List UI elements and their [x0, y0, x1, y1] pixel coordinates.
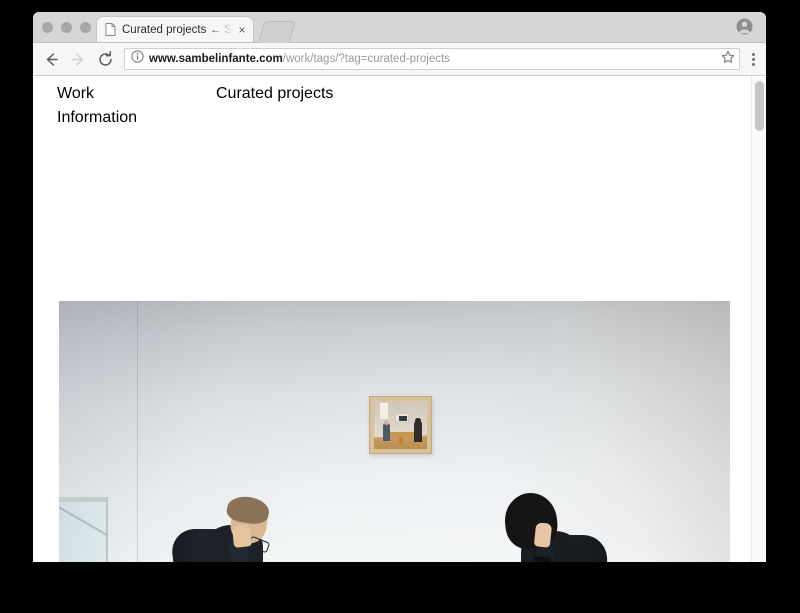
info-circle-icon[interactable] [131, 50, 144, 68]
artwork-window [380, 403, 388, 419]
three-dot-menu-icon[interactable] [742, 52, 764, 66]
artwork-inner-picture-image [399, 416, 407, 421]
vertical-scrollbar[interactable] [751, 76, 766, 562]
browser-window: Curated projects ← Sam Belinfante × [33, 12, 766, 562]
address-bar[interactable]: www.sambelinfante.com/work/tags/?tag=cur… [124, 48, 740, 70]
artwork-inner-picture [395, 413, 409, 423]
document-icon [105, 23, 116, 36]
artwork-table-leg [399, 437, 403, 444]
project-photo[interactable] [59, 301, 730, 562]
star-icon[interactable] [721, 50, 735, 69]
desktop-background: Curated projects ← Sam Belinfante × [0, 0, 800, 613]
person-right-watch [532, 556, 552, 562]
artwork-canvas [374, 401, 427, 449]
page-title: Curated projects [216, 85, 334, 102]
window-controls [42, 22, 91, 33]
new-tab-button[interactable] [257, 21, 297, 43]
scrollbar-thumb[interactable] [755, 81, 764, 131]
person-right [491, 490, 611, 562]
back-button[interactable] [38, 46, 65, 73]
gallery-photograph [59, 301, 730, 562]
browser-toolbar: www.sambelinfante.com/work/tags/?tag=cur… [33, 43, 766, 76]
browser-tab[interactable]: Curated projects ← Sam Belinfante × [96, 16, 254, 42]
balustrade-rail [59, 497, 108, 502]
wall-corner-line [137, 301, 138, 562]
close-tab-button[interactable]: × [235, 23, 249, 37]
minimize-window-button[interactable] [61, 22, 72, 33]
maximize-window-button[interactable] [80, 22, 91, 33]
url-path: /work/tags/?tag=curated-projects [282, 53, 450, 65]
artwork-person-left-head [384, 420, 389, 425]
artwork-person-right [414, 421, 422, 442]
artwork-person-right-head [415, 418, 421, 423]
person-left-hand [231, 524, 253, 548]
nav-link-information[interactable]: Information [57, 106, 137, 130]
tab-title: Curated projects ← Sam Belinfante [122, 23, 233, 36]
forward-button[interactable] [65, 46, 92, 73]
account-avatar-icon[interactable] [736, 18, 753, 35]
url-text: www.sambelinfante.com/work/tags/?tag=cur… [149, 52, 717, 66]
tab-strip: Curated projects ← Sam Belinfante × [33, 12, 766, 43]
framed-artwork [369, 396, 432, 454]
site-navigation: Work Information [57, 82, 137, 130]
artwork-person-left [383, 423, 390, 441]
reload-button[interactable] [92, 46, 119, 73]
url-domain: www.sambelinfante.com [149, 53, 283, 65]
close-window-button[interactable] [42, 22, 53, 33]
web-page-content: Work Information Curated projects [33, 76, 749, 562]
page-viewport: Work Information Curated projects [33, 76, 766, 562]
person-right-hand [533, 522, 553, 548]
nav-link-work[interactable]: Work [57, 82, 137, 106]
person-left [169, 494, 287, 562]
